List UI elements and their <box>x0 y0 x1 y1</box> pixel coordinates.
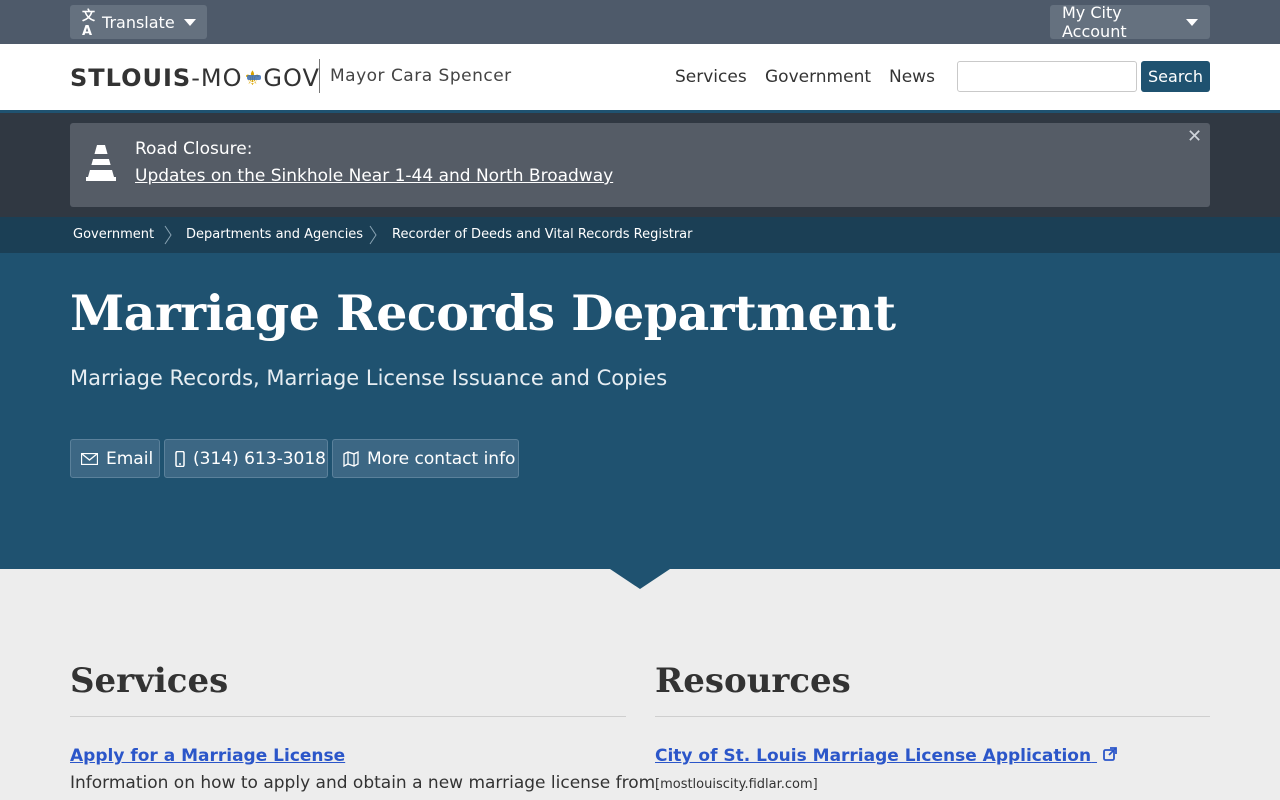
map-icon <box>343 450 359 467</box>
site-logo[interactable]: STLOUIS -MO ⚜ GOV <box>70 64 320 92</box>
resource-domain: [mostlouiscity.fidlar.com] <box>655 777 818 792</box>
logo-divider <box>319 59 320 93</box>
chevron-right-icon <box>164 225 172 245</box>
mayor-name[interactable]: Mayor Cara Spencer <box>330 66 512 86</box>
marriage-application-label: City of St. Louis Marriage License Appli… <box>655 746 1092 766</box>
translate-button[interactable]: 文A Translate <box>70 5 207 39</box>
utility-bar: 文A Translate My City Account <box>0 0 1280 44</box>
hero-notch <box>610 569 670 589</box>
caret-down-icon <box>1186 18 1198 26</box>
page-subtitle: Marriage Records, Marriage License Issua… <box>70 366 668 390</box>
close-icon[interactable]: ✕ <box>1187 126 1202 147</box>
resources-heading: Resources <box>655 661 851 701</box>
caret-down-icon <box>183 18 196 26</box>
nav-news[interactable]: News <box>889 67 935 87</box>
page-title: Marriage Records Department <box>70 284 896 342</box>
nav-government[interactable]: Government <box>765 67 871 87</box>
envelope-icon <box>81 452 98 465</box>
alert-link[interactable]: Updates on the Sinkhole Near 1-44 and No… <box>135 166 613 186</box>
services-description: Information on how to apply and obtain a… <box>70 773 656 793</box>
site-header: STLOUIS -MO ⚜ GOV Mayor Cara Spencer Ser… <box>0 44 1280 110</box>
logo-gov: GOV <box>263 64 320 92</box>
mobile-phone-icon <box>175 450 185 467</box>
phone-label: (314) 613-3018 <box>193 448 326 469</box>
more-contact-label: More contact info <box>367 448 516 469</box>
apply-marriage-license-link[interactable]: Apply for a Marriage License <box>70 746 345 766</box>
fleur-de-lis-icon: ⚜ <box>243 66 263 90</box>
account-label: My City Account <box>1062 3 1127 41</box>
logo-stlouis: STLOUIS <box>70 64 192 92</box>
services-heading: Services <box>70 661 229 701</box>
search-button[interactable]: Search <box>1141 61 1210 92</box>
alert-label: Road Closure: <box>135 139 253 159</box>
breadcrumb: Government Departments and Agencies Reco… <box>0 217 1280 253</box>
resources-divider <box>655 716 1210 717</box>
traffic-cone-icon <box>86 145 116 181</box>
more-contact-button[interactable]: More contact info <box>332 439 519 478</box>
email-button[interactable]: Email <box>70 439 160 478</box>
external-link-icon <box>1103 746 1117 766</box>
translate-icon: 文A <box>82 9 95 39</box>
breadcrumb-departments[interactable]: Departments and Agencies <box>186 227 363 242</box>
translate-label: Translate <box>102 12 175 32</box>
breadcrumb-government[interactable]: Government <box>73 227 154 242</box>
phone-button[interactable]: (314) 613-3018 <box>164 439 328 478</box>
chevron-right-icon <box>369 225 377 245</box>
services-divider <box>70 716 626 717</box>
road-closure-alert <box>70 123 1210 207</box>
breadcrumb-recorder[interactable]: Recorder of Deeds and Vital Records Regi… <box>392 227 693 242</box>
my-city-account-button[interactable]: My City Account <box>1050 3 1210 41</box>
marriage-application-link[interactable]: City of St. Louis Marriage License Appli… <box>655 746 1117 766</box>
search-input[interactable] <box>957 61 1137 92</box>
nav-services[interactable]: Services <box>675 67 747 87</box>
email-label: Email <box>106 448 154 469</box>
logo-mo: -MO <box>191 64 243 92</box>
